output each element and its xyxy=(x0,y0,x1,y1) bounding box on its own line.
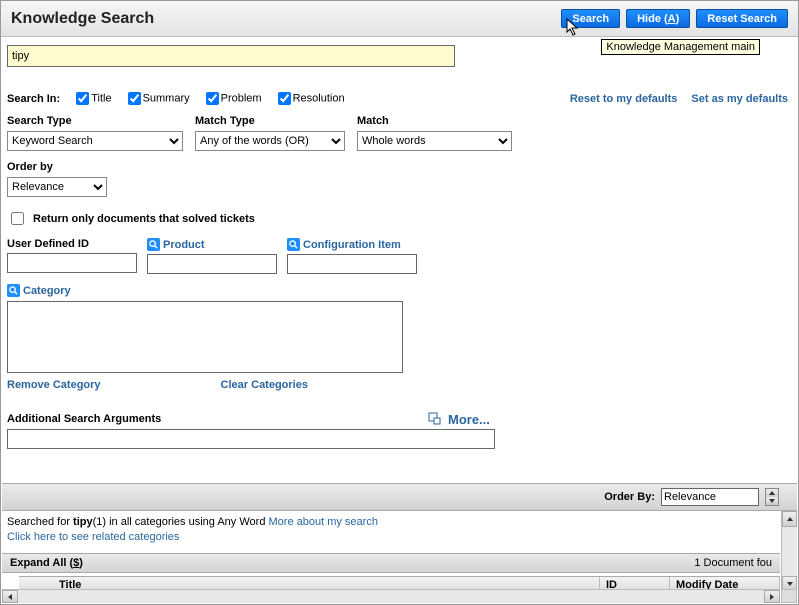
tooltip-knowledge-main: Knowledge Management main xyxy=(601,39,760,55)
search-icon[interactable] xyxy=(287,238,300,251)
reset-search-button[interactable]: Reset Search xyxy=(696,9,788,28)
orderby-label: Order by xyxy=(7,161,792,173)
link-clear-categories[interactable]: Clear Categories xyxy=(221,379,308,391)
chevron-up-icon[interactable] xyxy=(766,489,778,497)
search-in-label: Search In: xyxy=(7,93,60,105)
additional-label: Additional Search Arguments xyxy=(7,413,792,425)
expand-all-link[interactable]: Expand All ($) xyxy=(10,557,83,569)
category-label[interactable]: Category xyxy=(23,285,71,297)
search-type-label: Search Type xyxy=(7,115,183,127)
orderby2-label: Order By: xyxy=(604,491,655,503)
scroll-up-button[interactable] xyxy=(782,511,797,527)
chk-summary[interactable] xyxy=(128,92,141,105)
search-icon[interactable] xyxy=(7,284,20,297)
chevron-down-icon[interactable] xyxy=(766,497,778,505)
search-button[interactable]: Search xyxy=(561,9,620,28)
document-count: 1 Document fou xyxy=(694,557,772,569)
config-item-input[interactable] xyxy=(287,254,417,274)
content-area: Search In: Title Summary Problem Resolut… xyxy=(1,37,798,449)
header-bar: Knowledge Search Search Hide (A) Reset S… xyxy=(1,1,798,37)
match-type-select[interactable]: Any of the words (OR) xyxy=(195,131,345,151)
link-remove-category[interactable]: Remove Category xyxy=(7,379,101,391)
orderby-select[interactable]: Relevance xyxy=(7,177,107,197)
category-box[interactable] xyxy=(7,301,403,373)
link-more-about-search[interactable]: More about my search xyxy=(269,516,378,528)
expand-icon xyxy=(427,411,443,427)
page-title: Knowledge Search xyxy=(11,10,154,28)
link-reset-defaults[interactable]: Reset to my defaults xyxy=(570,93,678,105)
match-type-label: Match Type xyxy=(195,115,345,127)
hide-button[interactable]: Hide (A) xyxy=(626,9,690,28)
expand-all-bar: Expand All ($) 1 Document fou xyxy=(2,553,780,573)
return-only-label: Return only documents that solved ticket… xyxy=(33,213,255,225)
chk-return-only[interactable] xyxy=(11,212,24,225)
scroll-right-button[interactable] xyxy=(764,590,780,603)
orderby2-input[interactable] xyxy=(661,488,759,506)
more-link[interactable]: More... xyxy=(427,411,490,427)
match-select[interactable]: Whole words xyxy=(357,131,512,151)
scroll-corner xyxy=(781,589,797,603)
link-related-categories[interactable]: Click here to see related categories xyxy=(7,531,179,543)
search-icon[interactable] xyxy=(147,238,160,251)
link-set-defaults[interactable]: Set as my defaults xyxy=(691,93,788,105)
search-type-select[interactable]: Keyword Search xyxy=(7,131,183,151)
user-defined-id-label: User Defined ID xyxy=(7,238,89,250)
chk-title[interactable] xyxy=(76,92,89,105)
product-input[interactable] xyxy=(147,254,277,274)
chk-resolution[interactable] xyxy=(278,92,291,105)
product-label[interactable]: Product xyxy=(163,239,205,251)
orderby2-stepper[interactable] xyxy=(765,488,779,506)
config-item-label[interactable]: Configuration Item xyxy=(303,239,401,251)
chk-problem[interactable] xyxy=(206,92,219,105)
user-defined-id-input[interactable] xyxy=(7,253,137,273)
results-toolbar: Order By: xyxy=(2,483,797,511)
results-summary: Searched for tipy(1) in all categories u… xyxy=(7,515,378,545)
search-input[interactable] xyxy=(7,45,455,67)
search-in-group: Search In: Title Summary Problem Resolut… xyxy=(7,92,345,105)
vertical-scrollbar[interactable] xyxy=(781,511,797,592)
header-buttons: Search Hide (A) Reset Search xyxy=(561,9,788,28)
additional-input[interactable] xyxy=(7,429,495,449)
match-label: Match xyxy=(357,115,512,127)
horizontal-scrollbar[interactable] xyxy=(2,589,780,603)
scroll-left-button[interactable] xyxy=(2,590,18,603)
